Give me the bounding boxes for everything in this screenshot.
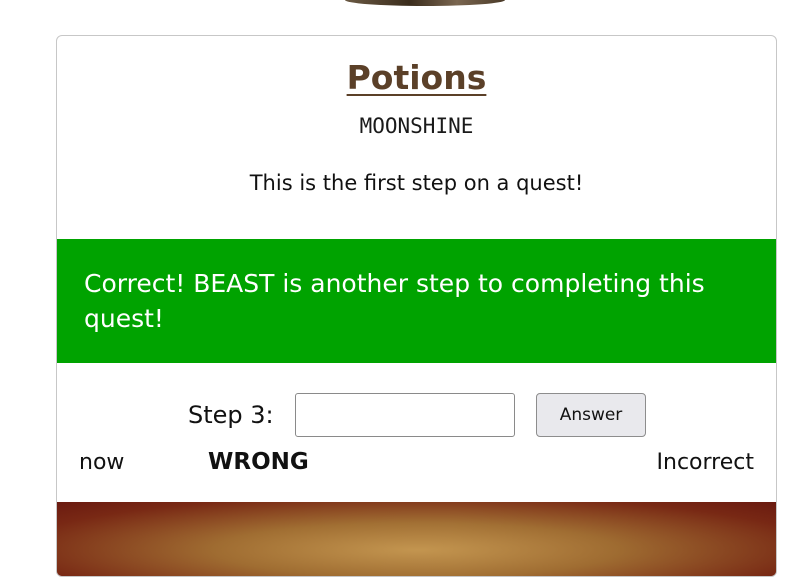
puzzle-card: Potions MOONSHINE This is the first step… [56,35,777,577]
puzzle-title: Potions [57,58,776,97]
puzzle-title-text[interactable]: Potions [347,58,487,97]
step-label: Step 3: [188,401,274,429]
footer-decorative-image [57,502,776,576]
puzzle-description: This is the first step on a quest! [249,171,584,195]
success-banner: Correct! BEAST is another step to comple… [57,239,776,363]
success-message: Correct! BEAST is another step to comple… [84,269,705,333]
guess-time: now [79,450,125,475]
guess-history-row: now WRONG Incorrect [57,446,776,482]
guess-result: Incorrect [656,450,754,475]
guess-text: WRONG [208,449,309,475]
puzzle-subtitle: MOONSHINE [359,114,474,138]
answer-input[interactable] [295,393,515,437]
answer-button[interactable]: Answer [536,393,646,437]
answer-form: Step 3: Answer [57,393,776,439]
header-decorative-image [345,0,505,6]
